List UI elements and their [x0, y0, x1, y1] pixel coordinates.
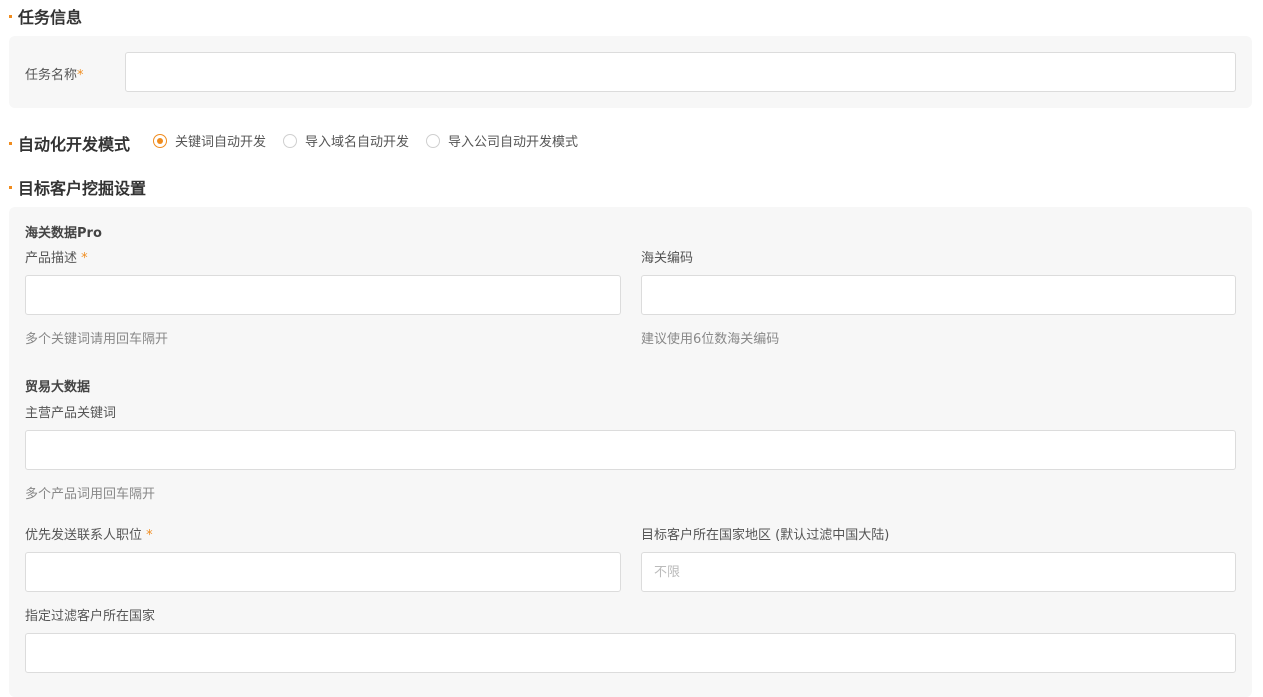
task-info-panel: 任务名称* [9, 36, 1252, 108]
contact-position-label: 优先发送联系人职位 * [25, 524, 153, 543]
product-desc-input[interactable] [25, 275, 621, 315]
section-mode-label: 自动化开发模式 [18, 135, 131, 154]
section-marker [9, 185, 12, 189]
task-name-label-text: 任务名称 [25, 68, 78, 83]
section-marker [9, 141, 12, 145]
section-mode-title: 自动化开发模式 [9, 131, 130, 155]
region-select[interactable] [641, 552, 1236, 592]
contact-position-label-text: 优先发送联系人职位 [25, 528, 143, 543]
main-keywords-input[interactable] [25, 430, 1236, 470]
section-task-info-label: 任务信息 [18, 8, 83, 27]
task-name-label: 任务名称* [25, 64, 84, 83]
radio-button-checked[interactable] [153, 133, 167, 148]
section-target-title: 目标客户挖掘设置 [9, 175, 146, 199]
section-target-label: 目标客户挖掘设置 [18, 179, 147, 198]
radio-company-label: 导入公司自动开发模式 [448, 135, 579, 150]
hs-code-label: 海关编码 [641, 251, 694, 266]
required-mark: * [146, 528, 153, 543]
radio-domain-label: 导入域名自动开发 [305, 135, 410, 150]
radio-keyword-label: 关键词自动开发 [175, 135, 267, 150]
contact-position-input[interactable] [25, 552, 621, 592]
radio-button[interactable] [426, 133, 441, 148]
required-mark: * [81, 251, 88, 266]
filter-country-input[interactable] [25, 633, 1236, 673]
radio-domain-mode[interactable]: 导入域名自动开发 [283, 131, 409, 150]
target-panel: 海关数据Pro 产品描述 * 多个关键词请用回车隔开 海关编码 建议使用6位数海… [9, 207, 1252, 697]
product-desc-label: 产品描述 * [25, 247, 88, 266]
hs-code-hint: 建议使用6位数海关编码 [641, 332, 780, 347]
radio-button[interactable] [283, 133, 298, 148]
hs-code-input[interactable] [641, 275, 1236, 315]
radio-company-mode[interactable]: 导入公司自动开发模式 [426, 131, 578, 150]
mode-radio-group: 关键词自动开发 导入域名自动开发 导入公司自动开发模式 [153, 131, 595, 150]
required-mark: * [77, 68, 84, 83]
product-desc-label-text: 产品描述 [25, 251, 78, 266]
region-label: 目标客户所在国家地区 (默认过滤中国大陆) [641, 528, 890, 543]
radio-keyword-mode[interactable]: 关键词自动开发 [153, 131, 266, 150]
main-keywords-hint: 多个产品词用回车隔开 [25, 487, 156, 502]
main-keywords-label: 主营产品关键词 [25, 406, 117, 421]
section-task-info-title: 任务信息 [9, 4, 82, 28]
trade-data-title: 贸易大数据 [25, 380, 91, 395]
product-desc-hint: 多个关键词请用回车隔开 [25, 332, 169, 347]
section-marker [9, 14, 12, 18]
customs-data-title: 海关数据Pro [25, 226, 102, 241]
filter-country-label: 指定过滤客户所在国家 [25, 609, 156, 624]
task-name-input[interactable] [125, 52, 1236, 92]
